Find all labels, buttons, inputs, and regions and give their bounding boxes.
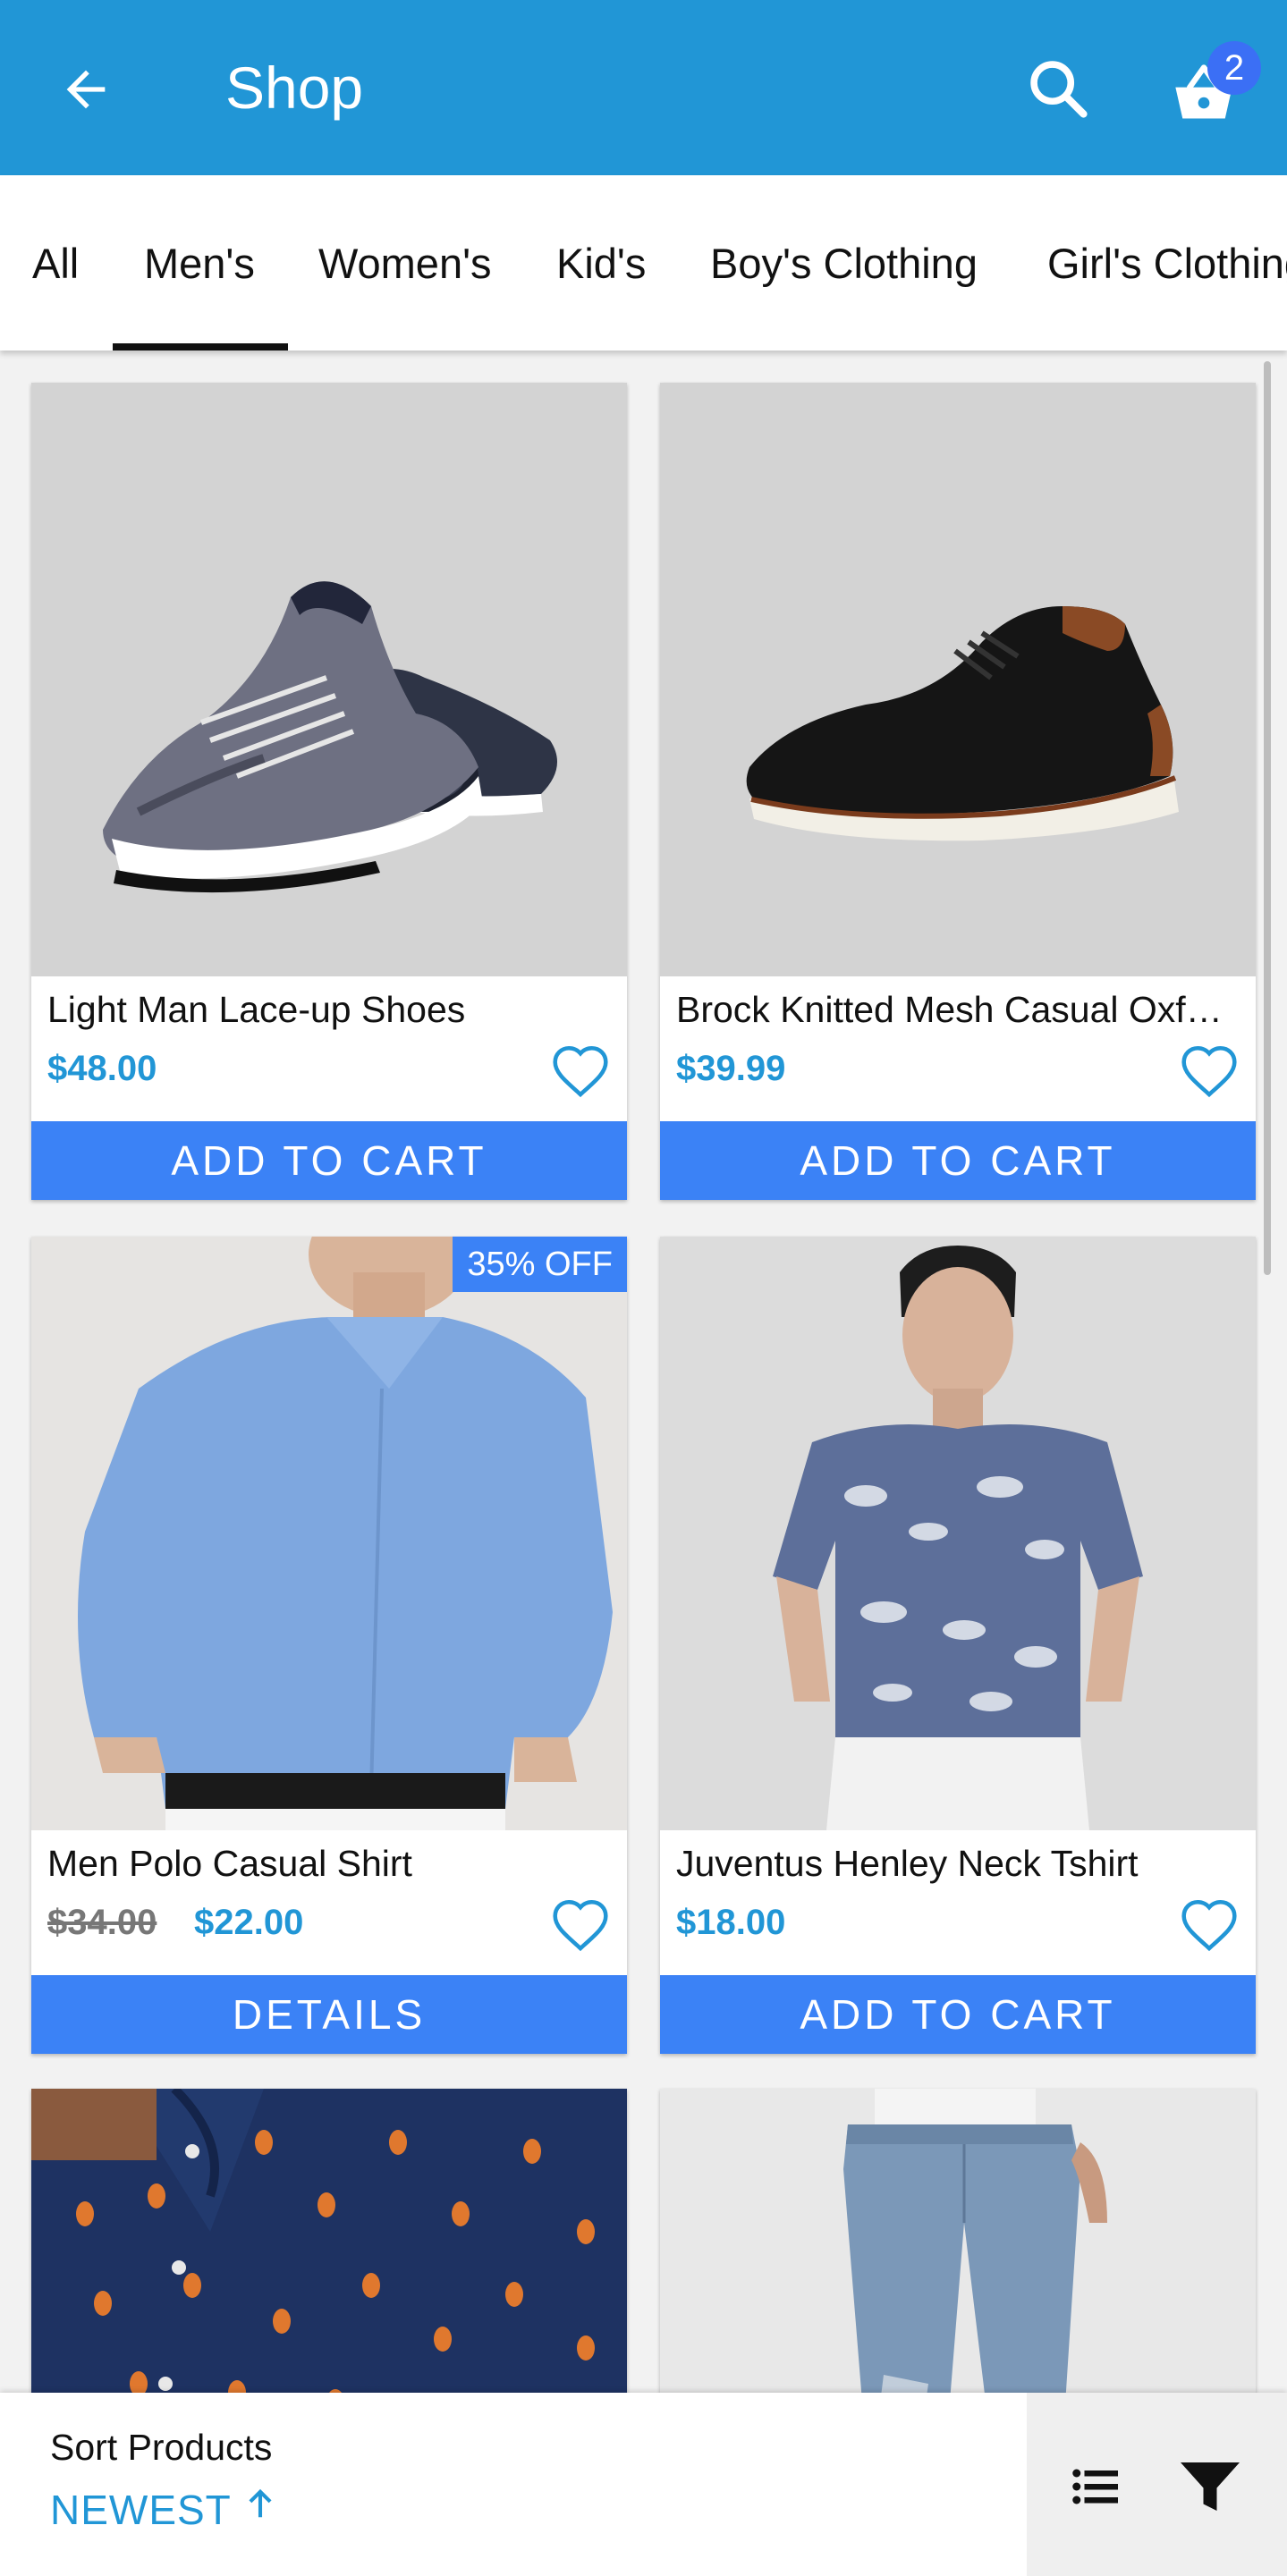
arrow-up-icon	[249, 2488, 272, 2518]
product-price: $39.99	[676, 1049, 786, 1088]
details-button[interactable]: DETAILS	[31, 1975, 627, 2054]
filter-icon	[1181, 2462, 1240, 2511]
search-button[interactable]	[1020, 50, 1096, 127]
tab-kids[interactable]: Kid's	[556, 175, 646, 351]
search-icon	[1030, 61, 1088, 118]
sort-label: Sort Products	[50, 2427, 273, 2468]
cart-count-badge: 2	[1207, 41, 1261, 95]
category-tabs: All Men's Women's Kid's Boy's Clothing G…	[0, 175, 1287, 351]
page-title: Shop	[225, 55, 364, 121]
arrow-left-icon	[66, 70, 106, 109]
add-to-cart-button[interactable]: ADD TO CART	[660, 1121, 1256, 1200]
tab-boys-clothing[interactable]: Boy's Clothing	[710, 175, 978, 351]
tab-selected-indicator	[113, 343, 288, 351]
blue-shirt-image	[31, 1237, 627, 1830]
product-card[interactable]: Light Man Lace-up Shoes $48.00 ADD TO CA…	[31, 383, 627, 1200]
product-price: $48.00	[47, 1049, 157, 1088]
product-name: Brock Knitted Mesh Casual Oxford	[676, 989, 1231, 1030]
wishlist-button[interactable]	[548, 1043, 613, 1103]
product-image[interactable]: 35% OFF	[31, 1237, 627, 1830]
app-root: Shop 2 All Men's Women's Kid's Boy's Clo…	[0, 0, 1287, 2576]
add-to-cart-button[interactable]: ADD TO CART	[31, 1121, 627, 1200]
list-view-button[interactable]	[1055, 2446, 1136, 2527]
oxford-shoe-image	[746, 606, 1179, 841]
wishlist-button[interactable]	[1177, 1896, 1241, 1957]
product-price: $22.00	[194, 1903, 304, 1942]
product-card[interactable]: 35% OFF Men Polo Casual Shirt $34.00 $22…	[31, 1237, 627, 2054]
product-image[interactable]	[31, 383, 627, 976]
product-image[interactable]	[660, 1237, 1256, 1830]
product-name: Juventus Henley Neck Tshirt	[676, 1843, 1139, 1884]
heart-icon	[553, 1045, 608, 1098]
sort-selector[interactable]: NEWEST	[50, 2486, 277, 2534]
scrollbar[interactable]	[1264, 361, 1271, 1275]
product-image[interactable]	[660, 383, 1256, 976]
product-name: Men Polo Casual Shirt	[47, 1843, 412, 1884]
sort-value: NEWEST	[50, 2487, 231, 2533]
tab-mens[interactable]: Men's	[144, 175, 255, 351]
back-button[interactable]	[48, 52, 123, 127]
heart-icon	[1181, 1899, 1237, 1952]
floral-tshirt-image	[660, 1237, 1256, 1830]
product-name: Light Man Lace-up Shoes	[47, 989, 466, 1030]
product-price: $18.00	[676, 1903, 786, 1942]
heart-icon	[553, 1899, 608, 1952]
tab-womens[interactable]: Women's	[318, 175, 492, 351]
cart-button[interactable]: 2	[1163, 41, 1261, 131]
product-card[interactable]: Juventus Henley Neck Tshirt $18.00 ADD T…	[660, 1237, 1256, 2054]
sneaker-image	[103, 581, 557, 893]
add-to-cart-button[interactable]: ADD TO CART	[660, 1975, 1256, 2054]
list-view-icon	[1072, 2469, 1118, 2504]
product-card[interactable]: Brock Knitted Mesh Casual Oxford $39.99 …	[660, 383, 1256, 1200]
heart-icon	[1181, 1045, 1237, 1098]
product-old-price: $34.00	[47, 1903, 157, 1942]
filter-button[interactable]	[1170, 2446, 1250, 2527]
discount-badge: 35% OFF	[453, 1237, 627, 1292]
wishlist-button[interactable]	[548, 1896, 613, 1957]
wishlist-button[interactable]	[1177, 1043, 1241, 1103]
sort-filter-bar: Sort Products NEWEST	[0, 2393, 1287, 2576]
app-bar: Shop 2	[0, 0, 1287, 175]
tab-all[interactable]: All	[32, 175, 79, 351]
tab-girls-clothing[interactable]: Girl's Clothing	[1047, 175, 1287, 351]
